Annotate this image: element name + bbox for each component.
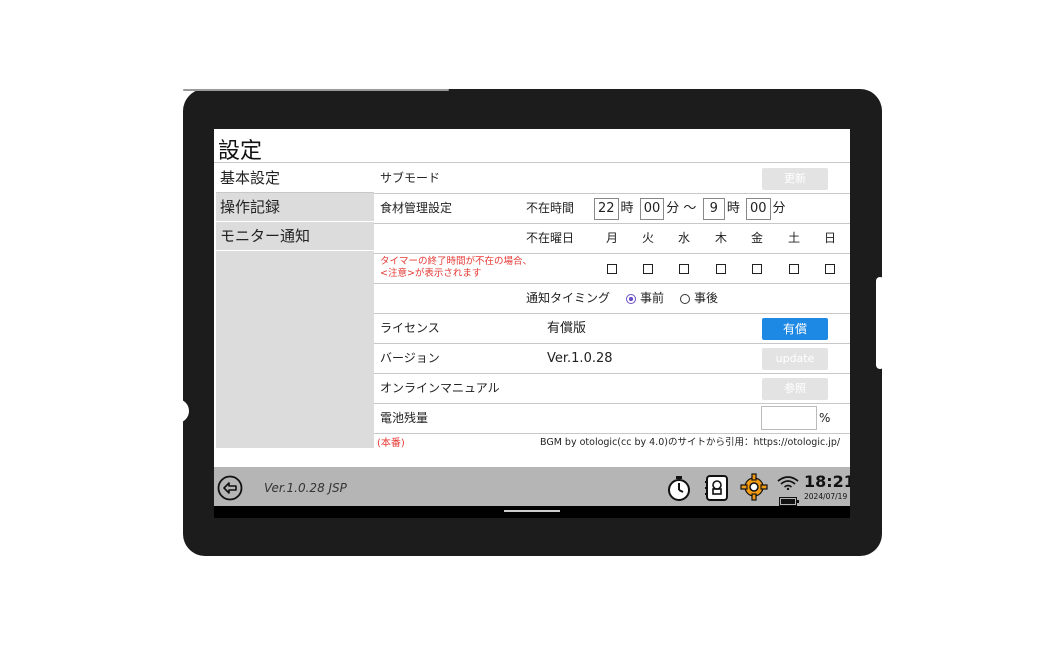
recipe-book-icon[interactable] [704, 474, 730, 506]
sidebar-item-operation-log[interactable]: 操作記録 [216, 193, 374, 222]
checkbox-sun[interactable] [825, 264, 835, 274]
stopwatch-icon[interactable] [666, 475, 692, 505]
manual-view-button[interactable]: 参照 [762, 378, 828, 400]
range-tilde: ～ [683, 201, 697, 216]
checkbox-fri[interactable] [752, 264, 762, 274]
day-wed: 水 [678, 231, 691, 245]
sidebar: 基本設定 操作記録 モニター通知 [216, 164, 374, 448]
bgm-credit: BGM by otologic(cc by 4.0)のサイトから引用：https… [540, 437, 841, 448]
environment-label: (本番) [377, 438, 405, 449]
app-screen: 設定 基本設定 操作記録 モニター通知 サブモード 更新 食材管理設定 不在時間… [214, 129, 850, 518]
checkbox-mon[interactable] [607, 264, 617, 274]
system-navigation-bar [214, 506, 850, 518]
version-row: バージョン Ver.1.0.28 update [374, 344, 850, 374]
warning-line-1: タイマーの終了時間が不在の場合、 [380, 256, 533, 267]
side-button [876, 277, 884, 369]
absent-time-label: 不在時間 [526, 201, 575, 215]
timing-before-label: 事前 [640, 291, 665, 305]
to-minute-input[interactable]: 00 [746, 198, 771, 220]
day-sun: 日 [824, 231, 837, 245]
minute-unit: 分 [666, 201, 680, 216]
day-thu: 木 [715, 231, 728, 245]
license-label: ライセンス [380, 321, 440, 335]
camera-dot [165, 399, 189, 423]
version-value: Ver.1.0.28 [547, 351, 613, 366]
absent-days-label: 不在曜日 [526, 231, 575, 245]
absent-days-row: 不在曜日 月 火 水 木 金 土 日 [374, 224, 850, 254]
timing-before-option[interactable]: 事前 [626, 284, 664, 313]
paid-license-button[interactable]: 有償 [762, 318, 828, 340]
license-row: ライセンス 有償版 有償 [374, 314, 850, 344]
checkbox-tue[interactable] [643, 264, 653, 274]
timing-after-label: 事後 [694, 291, 719, 305]
battery-row: 電池残量 % [374, 404, 850, 434]
food-management-label: 食材管理設定 [380, 201, 453, 215]
checkbox-sat[interactable] [789, 264, 799, 274]
online-manual-row: オンラインマニュアル 参照 [374, 374, 850, 404]
day-fri: 金 [751, 231, 764, 245]
hour-unit-2: 時 [726, 201, 740, 216]
day-tue: 火 [642, 231, 655, 245]
radio-after[interactable] [680, 293, 690, 304]
day-sat: 土 [788, 231, 801, 245]
day-mon: 月 [606, 231, 619, 245]
status-bar: Ver.1.0.28 JSP 18:21 2024/07/19 [214, 467, 850, 506]
submode-label: サブモード [380, 171, 441, 185]
hour-unit: 時 [620, 201, 634, 216]
battery-label: 電池残量 [380, 411, 429, 425]
notification-timing-row: 通知タイミング 事前 事後 [374, 284, 850, 314]
clock-time: 18:21 [804, 472, 850, 491]
app-version-text: Ver.1.0.28 JSP [264, 481, 347, 495]
from-hour-input[interactable]: 22 [594, 198, 619, 220]
title-divider [214, 162, 850, 163]
submode-row: サブモード 更新 [374, 164, 850, 194]
notification-timing-label: 通知タイミング [526, 291, 611, 305]
back-icon[interactable] [217, 475, 243, 505]
to-hour-input[interactable]: 9 [702, 198, 725, 220]
version-label: バージョン [380, 351, 440, 365]
food-management-row: 食材管理設定 不在時間 22 時 00 分 ～ 9時 00 分 [374, 194, 850, 224]
home-indicator[interactable] [504, 510, 560, 512]
checkbox-wed[interactable] [679, 264, 689, 274]
online-manual-label: オンラインマニュアル [380, 381, 500, 395]
license-value: 有償版 [547, 321, 587, 336]
settings-gear-icon[interactable] [740, 473, 768, 505]
battery-unit: % [819, 411, 831, 425]
days-checkbox-row: タイマーの終了時間が不在の場合、 <注意>が表示されます [374, 254, 850, 284]
clock-date: 2024/07/19 [804, 492, 848, 501]
warning-line-2: <注意>が表示されます [380, 268, 482, 279]
timer-warning-text: タイマーの終了時間が不在の場合、 <注意>が表示されます [380, 256, 532, 280]
battery-input[interactable] [761, 406, 817, 430]
sidebar-item-basic-settings[interactable]: 基本設定 [216, 164, 374, 193]
checkbox-thu[interactable] [716, 264, 726, 274]
timing-after-option[interactable]: 事後 [680, 284, 718, 313]
sidebar-item-monitor-notification[interactable]: モニター通知 [216, 222, 374, 251]
from-minute-input[interactable]: 00 [639, 198, 665, 220]
minute-unit-2: 分 [772, 201, 786, 216]
page-title: 設定 [218, 139, 263, 164]
update-button[interactable]: 更新 [762, 168, 828, 190]
radio-before[interactable] [626, 293, 636, 304]
device-top-edge [183, 89, 449, 91]
absent-time-range: 22 時 00 分 ～ 9時 00 分 [592, 194, 786, 223]
version-update-button[interactable]: update [762, 348, 828, 370]
